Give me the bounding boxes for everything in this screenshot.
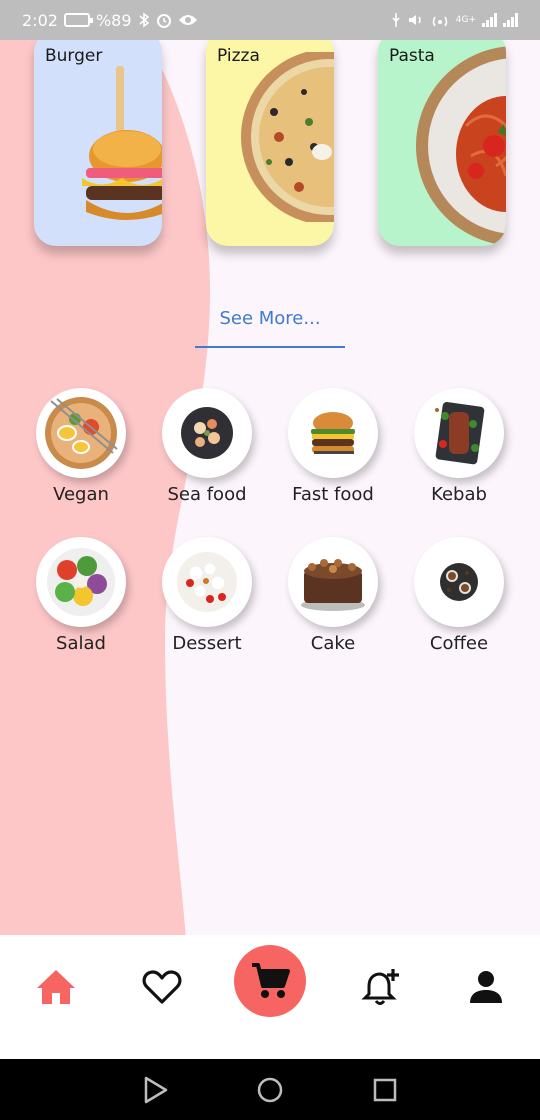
usb-icon [390, 12, 402, 28]
bottom-navigation [0, 935, 540, 1059]
category-label: Cake [310, 633, 356, 654]
bell-plus-icon [361, 969, 399, 1005]
cake-image [288, 537, 378, 627]
battery-icon [63, 13, 93, 27]
category-label: Kebab [431, 484, 487, 505]
battery-percent: %89 [95, 10, 132, 30]
see-more-text: See More... [219, 308, 321, 329]
salad-image [36, 537, 126, 627]
category-sea-food[interactable]: Sea food [147, 388, 267, 518]
category-cake[interactable]: Cake [273, 537, 393, 667]
signal-icon-2 [503, 13, 518, 27]
recents-button[interactable] [370, 1075, 400, 1105]
seafood-image [162, 388, 252, 478]
nav-cart[interactable] [234, 945, 306, 1017]
nav-home[interactable] [32, 963, 80, 1011]
system-navigation-bar [0, 1059, 540, 1120]
heart-icon [142, 970, 182, 1004]
card-burger[interactable]: Burger [34, 30, 162, 246]
category-label: Fast food [292, 484, 374, 505]
card-label: Burger [45, 46, 103, 66]
card-pasta[interactable]: Pasta [378, 30, 506, 246]
alarm-icon [156, 12, 172, 28]
category-vegan[interactable]: Vegan [21, 388, 141, 518]
eye-icon [178, 13, 198, 27]
cart-icon [252, 963, 290, 998]
nav-notifications[interactable] [357, 963, 405, 1011]
see-more-link[interactable]: See More... [195, 308, 345, 348]
fastfood-image [288, 388, 378, 478]
pizza-image [241, 52, 334, 222]
category-salad[interactable]: Salad [21, 537, 141, 667]
card-pizza[interactable]: Pizza [206, 30, 334, 246]
see-more-underline [195, 346, 345, 348]
kebab-image [414, 388, 504, 478]
category-dessert[interactable]: Dessert [147, 537, 267, 667]
burger-image [82, 66, 162, 220]
home-circle-icon [257, 1077, 283, 1103]
featured-category-cards: Burger Pizza Pasta [0, 30, 540, 260]
hotspot-icon [430, 12, 450, 28]
coffee-image [414, 537, 504, 627]
nav-profile[interactable] [462, 963, 510, 1011]
category-label: Sea food [167, 484, 247, 505]
card-label: Pasta [389, 46, 435, 66]
category-kebab[interactable]: Kebab [399, 388, 519, 518]
back-button[interactable] [140, 1075, 170, 1105]
signal-icon [482, 13, 497, 27]
home-circle-button[interactable] [255, 1075, 285, 1105]
vegan-image [36, 388, 126, 478]
recents-square-icon [373, 1078, 397, 1102]
category-label: Salad [56, 633, 106, 654]
category-label: Vegan [53, 484, 109, 505]
status-time: 2:02 [22, 10, 58, 30]
nav-favorites[interactable] [138, 963, 186, 1011]
network-type: 4G+ [455, 15, 476, 25]
category-label: Dessert [172, 633, 242, 654]
category-coffee[interactable]: Coffee [399, 537, 519, 667]
card-label: Pizza [217, 46, 260, 66]
volume-icon [408, 13, 424, 27]
person-icon [470, 971, 502, 1003]
dessert-image [162, 537, 252, 627]
category-label: Coffee [429, 633, 489, 654]
home-icon [37, 970, 75, 1004]
category-fast-food[interactable]: Fast food [273, 388, 393, 518]
bluetooth-icon [138, 12, 150, 28]
back-triangle-icon [144, 1076, 168, 1104]
status-bar: 2:02 %89 4G+ [0, 0, 540, 40]
pasta-image [416, 46, 506, 246]
